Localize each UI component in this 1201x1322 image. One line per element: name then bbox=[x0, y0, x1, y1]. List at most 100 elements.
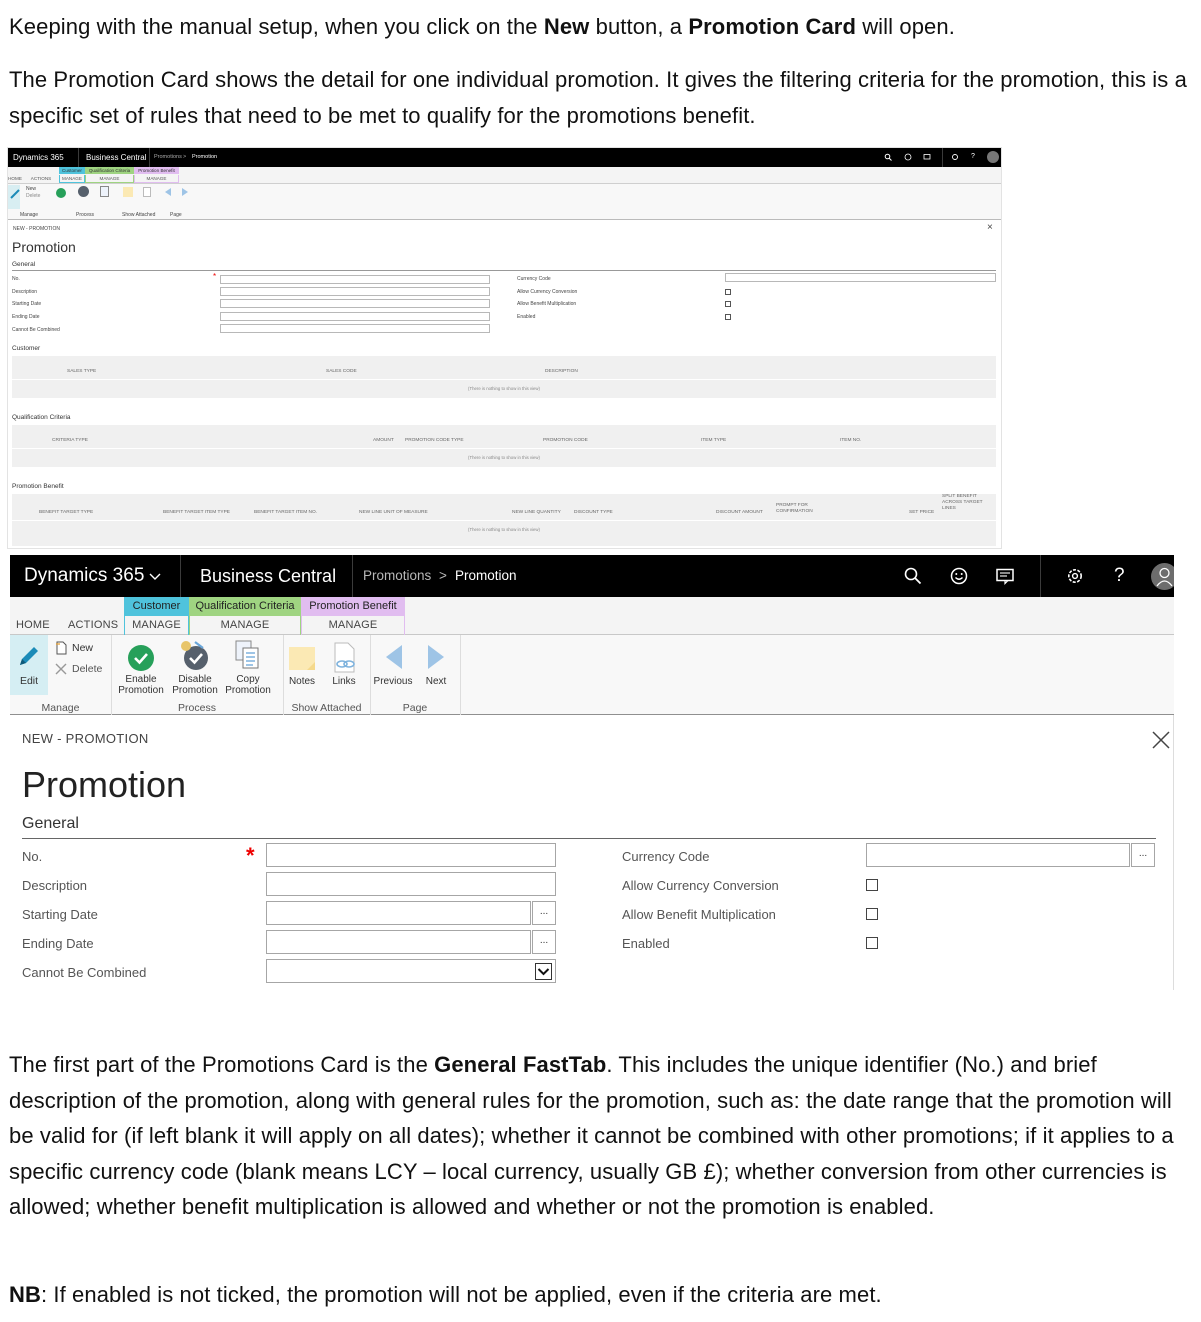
context-sub-qualification[interactable]: MANAGE bbox=[189, 616, 301, 635]
next-button[interactable]: Next bbox=[418, 641, 454, 691]
notes-icon[interactable] bbox=[123, 187, 133, 197]
ending-date-input[interactable] bbox=[220, 312, 490, 321]
frame-edge bbox=[1173, 715, 1174, 990]
help-icon[interactable]: ? bbox=[1114, 555, 1125, 597]
allow-currency-conversion-checkbox[interactable] bbox=[866, 879, 878, 891]
context-sub-benefit[interactable]: MANAGE bbox=[301, 616, 405, 635]
links-icon bbox=[334, 642, 355, 673]
text-run: will open. bbox=[855, 14, 955, 39]
enabled-checkbox[interactable] bbox=[866, 937, 878, 949]
new-button[interactable]: New bbox=[26, 186, 36, 192]
context-tab-benefit[interactable]: Promotion Benefit bbox=[301, 597, 405, 616]
close-icon[interactable]: × bbox=[987, 222, 993, 233]
user-icon[interactable] bbox=[1151, 563, 1174, 590]
section-qualification-criteria[interactable]: Qualification Criteria bbox=[12, 414, 71, 421]
starting-date-input[interactable] bbox=[266, 901, 531, 925]
allow-benefit-multiplication-checkbox[interactable] bbox=[866, 908, 878, 920]
chevron-down-icon[interactable] bbox=[145, 566, 165, 586]
context-tab-benefit[interactable]: Promotion Benefit bbox=[134, 167, 179, 174]
tab-actions[interactable]: ACTIONS bbox=[28, 175, 54, 183]
links-icon[interactable] bbox=[143, 187, 151, 197]
previous-icon[interactable] bbox=[163, 187, 173, 197]
section-customer[interactable]: Customer bbox=[12, 345, 40, 352]
notes-button[interactable]: Notes bbox=[286, 641, 318, 691]
disable-promotion-button[interactable]: Disable Promotion bbox=[170, 639, 220, 697]
col-discount-type: DISCOUNT TYPE bbox=[574, 510, 613, 515]
enable-icon[interactable] bbox=[56, 188, 66, 198]
section-promotion-benefit[interactable]: Promotion Benefit bbox=[12, 483, 64, 490]
fasttab-general[interactable]: General bbox=[12, 261, 35, 268]
description-input[interactable] bbox=[266, 872, 556, 896]
no-input[interactable] bbox=[266, 843, 556, 867]
delete-label: Delete bbox=[72, 663, 103, 675]
tab-actions[interactable]: ACTIONS bbox=[68, 616, 118, 635]
product-name[interactable]: Business Central bbox=[200, 555, 336, 597]
close-icon[interactable] bbox=[1150, 729, 1172, 751]
allow-currency-conversion-checkbox[interactable] bbox=[725, 289, 731, 295]
currency-code-input[interactable] bbox=[725, 273, 996, 282]
delete-icon bbox=[55, 663, 67, 675]
breadcrumb-parent[interactable]: Promotions bbox=[363, 555, 431, 597]
group-page: Page bbox=[402, 702, 428, 714]
fasttab-general[interactable]: General bbox=[22, 815, 79, 833]
col-sales-code: SALES CODE bbox=[326, 369, 357, 374]
gear-icon[interactable] bbox=[1063, 564, 1087, 588]
ending-date-input[interactable] bbox=[266, 930, 531, 954]
label-allow-currency-conversion: Allow Currency Conversion bbox=[517, 289, 578, 295]
edit-button[interactable] bbox=[8, 185, 20, 209]
enabled-checkbox[interactable] bbox=[725, 314, 731, 320]
enable-promotion-button[interactable]: Enable Promotion bbox=[116, 641, 166, 697]
context-sub-qualification[interactable]: MANAGE bbox=[85, 175, 134, 183]
brand[interactable]: Dynamics 365 bbox=[24, 555, 144, 597]
context-tab-qualification[interactable]: Qualification Criteria bbox=[85, 167, 134, 174]
context-sub-customer[interactable]: MANAGE bbox=[59, 175, 85, 183]
ending-date-assist-button[interactable]: ... bbox=[532, 930, 556, 954]
tab-home[interactable]: HOME bbox=[16, 616, 50, 635]
links-button[interactable]: Links bbox=[328, 641, 360, 691]
chat-icon[interactable] bbox=[993, 564, 1017, 588]
context-tab-customer[interactable]: Customer bbox=[59, 167, 85, 174]
allow-benefit-multiplication-checkbox[interactable] bbox=[725, 301, 731, 307]
breadcrumb-parent[interactable]: Promotions bbox=[154, 154, 182, 160]
description-input[interactable] bbox=[220, 287, 490, 296]
copy-promotion-button[interactable]: Copy Promotion bbox=[223, 639, 273, 697]
label-currency-code: Currency Code bbox=[622, 849, 710, 864]
col-benefit-target-item-type: BENEFIT TARGET ITEM TYPE bbox=[163, 510, 230, 515]
chevron-down-icon[interactable] bbox=[535, 963, 552, 980]
search-icon[interactable] bbox=[884, 153, 892, 161]
context-sub-customer[interactable]: MANAGE bbox=[124, 616, 189, 635]
previous-label: Previous bbox=[373, 676, 413, 687]
pencil-icon bbox=[10, 189, 20, 199]
next-icon[interactable] bbox=[180, 187, 190, 197]
user-icon[interactable] bbox=[987, 151, 999, 163]
smiley-icon[interactable] bbox=[904, 153, 912, 161]
no-input[interactable] bbox=[220, 275, 490, 284]
disable-icon[interactable] bbox=[78, 186, 89, 197]
previous-button[interactable]: Previous bbox=[371, 641, 415, 691]
smiley-icon[interactable] bbox=[947, 564, 971, 588]
search-icon[interactable] bbox=[901, 564, 925, 588]
qualification-grid: CRITERIA TYPE AMOUNT PROMOTION CODE TYPE… bbox=[12, 425, 996, 467]
context-tab-customer[interactable]: Customer bbox=[124, 597, 189, 616]
brand[interactable]: Dynamics 365 bbox=[13, 153, 64, 162]
delete-button[interactable]: Delete bbox=[26, 193, 40, 199]
arrow-left-icon bbox=[386, 645, 402, 669]
context-tab-qualification[interactable]: Qualification Criteria bbox=[189, 597, 301, 616]
currency-code-assist-button[interactable]: ... bbox=[1131, 843, 1155, 867]
cannot-be-combined-select[interactable] bbox=[266, 959, 556, 983]
gear-icon[interactable] bbox=[951, 153, 959, 161]
tab-home[interactable]: HOME bbox=[8, 175, 22, 183]
currency-code-input[interactable] bbox=[866, 843, 1130, 867]
fasttab-divider bbox=[22, 838, 1156, 839]
context-sub-benefit[interactable]: MANAGE bbox=[134, 175, 179, 183]
product-name[interactable]: Business Central bbox=[86, 153, 146, 162]
chat-icon[interactable] bbox=[923, 153, 931, 161]
copy-icon[interactable] bbox=[100, 186, 109, 197]
group-process: Process bbox=[178, 702, 216, 714]
help-icon[interactable]: ? bbox=[971, 153, 975, 160]
description-paragraph: The Promotion Card shows the detail for … bbox=[9, 67, 1187, 128]
edit-button[interactable]: Edit bbox=[10, 635, 48, 695]
starting-date-assist-button[interactable]: ... bbox=[532, 901, 556, 925]
cannot-be-combined-select[interactable] bbox=[220, 324, 490, 333]
starting-date-input[interactable] bbox=[220, 299, 490, 308]
